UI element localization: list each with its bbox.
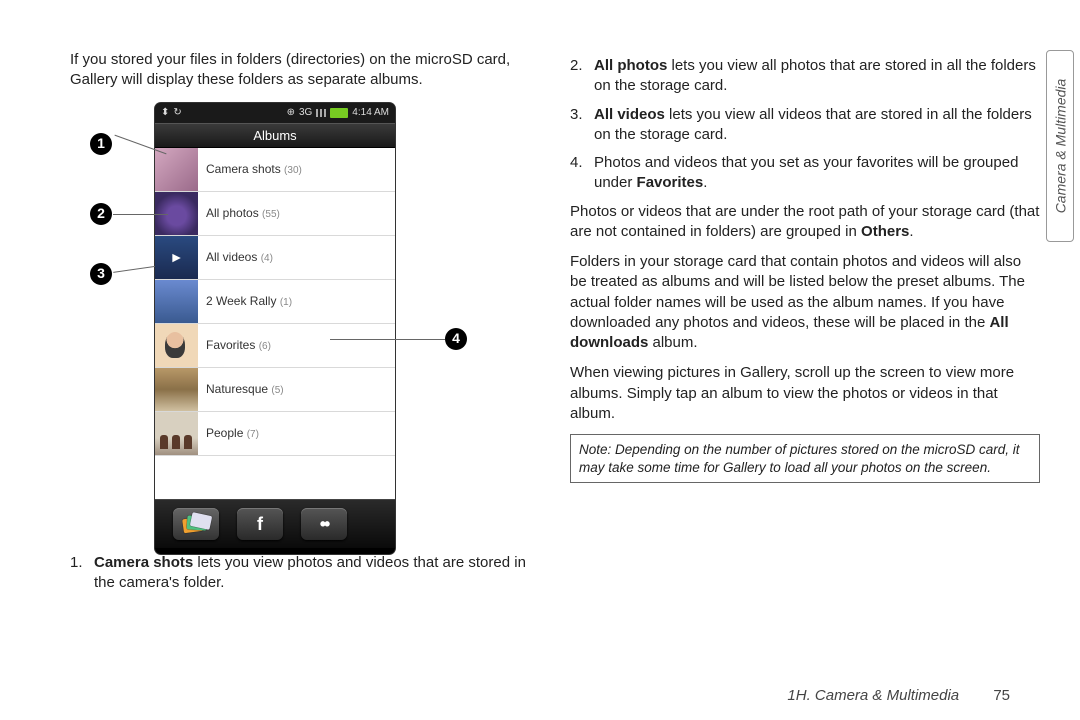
screen-title: Albums bbox=[155, 123, 395, 149]
footer-section: 1H. Camera & Multimedia bbox=[787, 687, 959, 704]
album-list: Camera shots (30) All photos (55) All vi… bbox=[155, 148, 395, 499]
list-item[interactable]: All photos (55) bbox=[155, 192, 395, 236]
album-thumb bbox=[155, 280, 198, 323]
phone-figure: 1 2 3 4 ⬍ ↻ ⊕ 3G bbox=[155, 103, 540, 543]
flickr-button[interactable]: •• bbox=[301, 508, 347, 540]
list-item[interactable]: Camera shots (30) bbox=[155, 148, 395, 192]
side-tab-label: Camera & Multimedia bbox=[1052, 79, 1068, 214]
footer-page-number: 75 bbox=[993, 687, 1010, 704]
leader-line bbox=[330, 339, 445, 340]
note-text: Depending on the number of pictures stor… bbox=[579, 442, 1020, 475]
usb-icon: ⬍ bbox=[161, 106, 169, 120]
leader-line bbox=[113, 214, 168, 215]
paragraph-scroll: When viewing pictures in Gallery, scroll… bbox=[570, 363, 1040, 424]
album-thumb bbox=[155, 324, 198, 367]
paragraph-others: Photos or videos that are under the root… bbox=[570, 202, 1040, 243]
gps-icon: ⊕ bbox=[287, 106, 295, 120]
signal-icon bbox=[316, 109, 326, 117]
album-thumb bbox=[155, 236, 198, 279]
callout-4: 4 bbox=[445, 328, 467, 350]
callout-2: 2 bbox=[90, 203, 112, 225]
photos-button[interactable] bbox=[173, 508, 219, 540]
facebook-icon: f bbox=[257, 512, 263, 536]
battery-icon bbox=[330, 108, 348, 118]
note-box: Note: Depending on the number of picture… bbox=[570, 434, 1040, 483]
phone-mockup: ⬍ ↻ ⊕ 3G 4:14 AM Albums Camera bbox=[155, 103, 395, 555]
list-item[interactable]: People (7) bbox=[155, 412, 395, 456]
paragraph-downloads: Folders in your storage card that contai… bbox=[570, 252, 1040, 353]
callout-3: 3 bbox=[90, 263, 112, 285]
photos-icon bbox=[183, 514, 209, 534]
side-tab: Camera & Multimedia bbox=[1046, 50, 1074, 242]
callout-1: 1 bbox=[90, 133, 112, 155]
explain-list-right: 2. All photos lets you view all photos t… bbox=[570, 56, 1040, 194]
note-label: Note: bbox=[579, 442, 611, 457]
list-item[interactable]: Naturesque (5) bbox=[155, 368, 395, 412]
album-thumb bbox=[155, 148, 198, 191]
left-column: If you stored your files in folders (dir… bbox=[70, 50, 540, 601]
explain-item-4: 4. Photos and videos that you set as you… bbox=[570, 153, 1040, 194]
list-item[interactable]: 2 Week Rally (1) bbox=[155, 280, 395, 324]
explain-item-2: 2. All photos lets you view all photos t… bbox=[570, 56, 1040, 97]
flickr-icon: •• bbox=[320, 512, 329, 536]
bottom-bar: f •• bbox=[155, 499, 395, 548]
list-item[interactable]: All videos (4) bbox=[155, 236, 395, 280]
album-thumb bbox=[155, 368, 198, 411]
list-item[interactable]: Favorites (6) bbox=[155, 324, 395, 368]
page-footer: 1H. Camera & Multimedia 75 bbox=[787, 687, 1010, 704]
facebook-button[interactable]: f bbox=[237, 508, 283, 540]
intro-paragraph: If you stored your files in folders (dir… bbox=[70, 50, 540, 91]
album-thumb bbox=[155, 412, 198, 455]
explain-item-1: 1. Camera shots lets you view photos and… bbox=[70, 553, 540, 594]
clock-label: 4:14 AM bbox=[352, 106, 389, 120]
explain-list-left: 1. Camera shots lets you view photos and… bbox=[70, 553, 540, 594]
explain-item-3: 3. All videos lets you view all videos t… bbox=[570, 105, 1040, 146]
right-column: 2. All photos lets you view all photos t… bbox=[570, 50, 1040, 601]
refresh-icon: ↻ bbox=[173, 106, 181, 120]
status-bar: ⬍ ↻ ⊕ 3G 4:14 AM bbox=[155, 103, 395, 123]
network-label: 3G bbox=[299, 106, 312, 120]
